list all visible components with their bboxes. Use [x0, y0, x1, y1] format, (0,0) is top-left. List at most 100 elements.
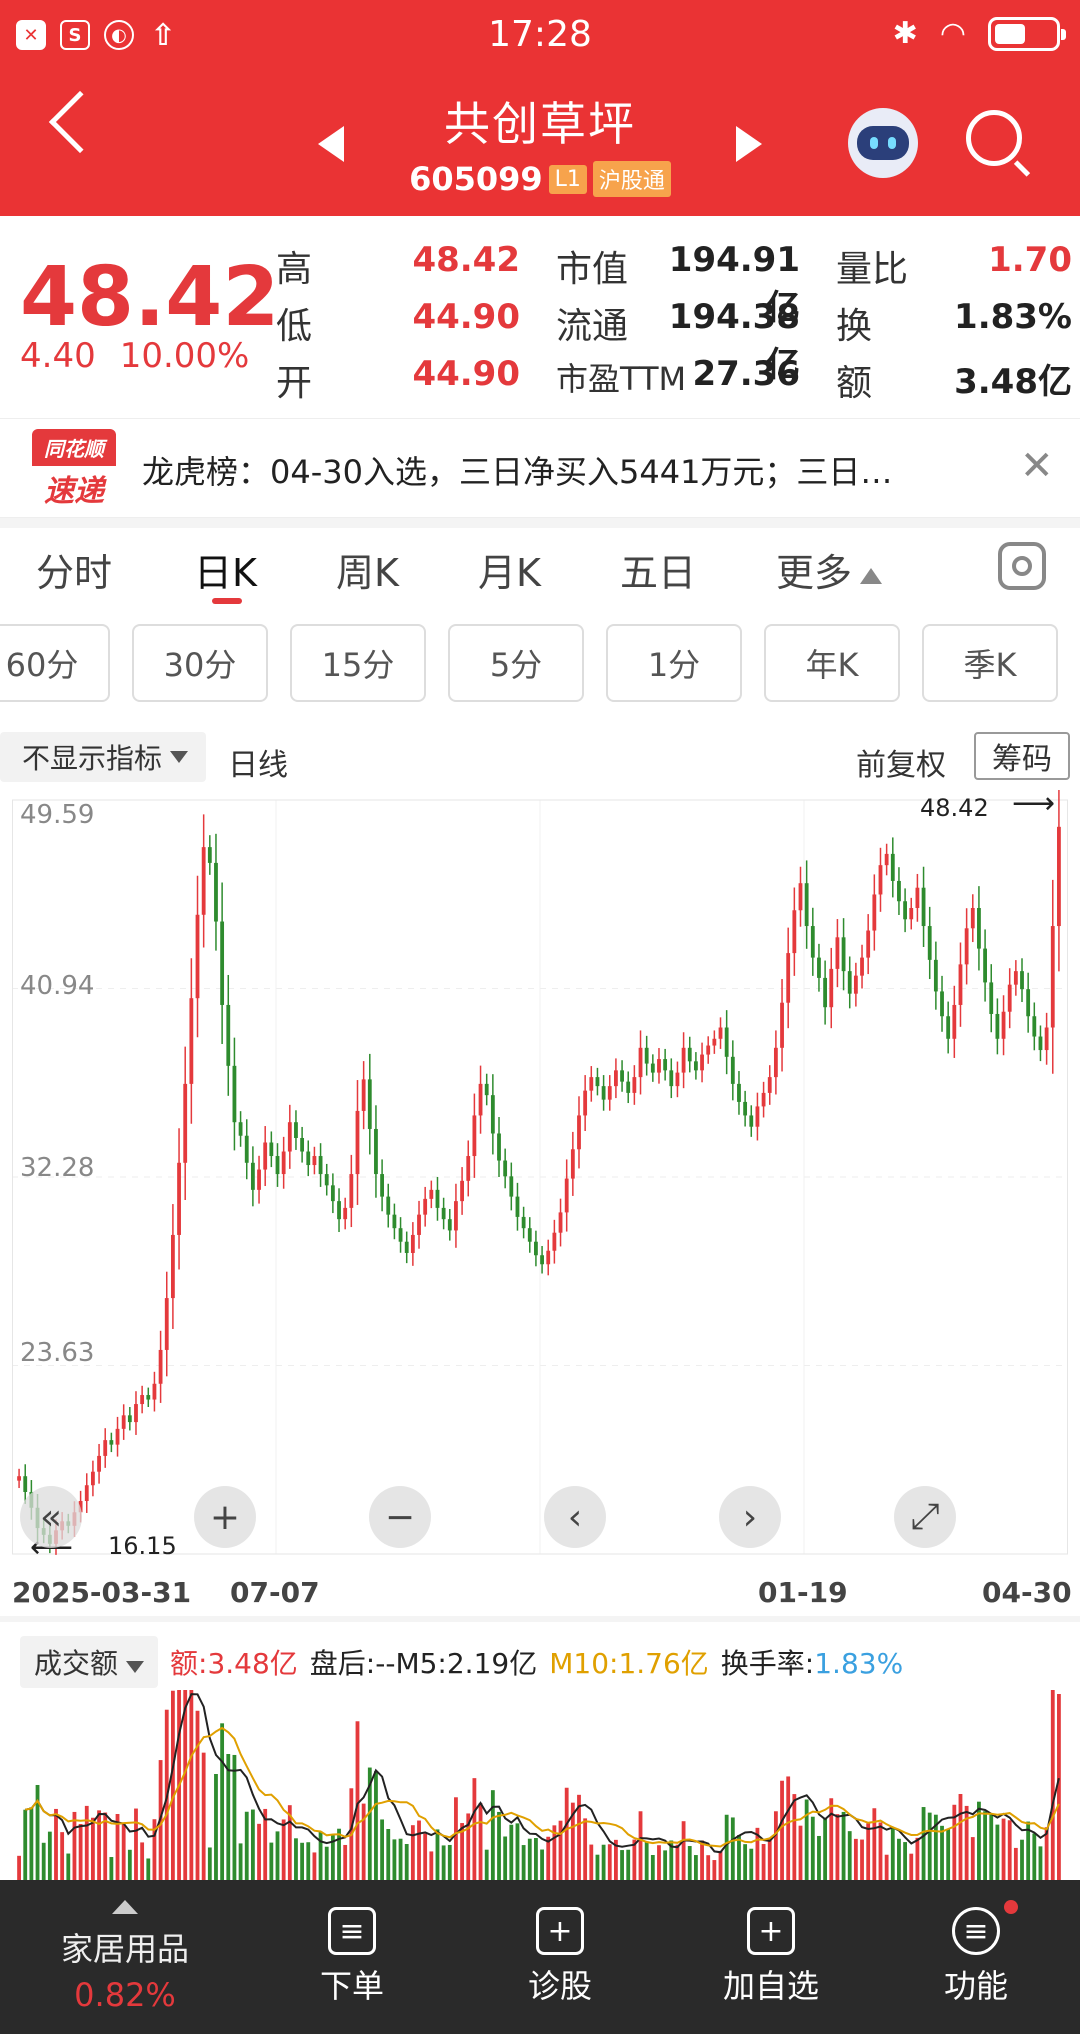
stat-label: 额: [836, 363, 873, 404]
candle-body: [164, 1298, 169, 1350]
volume-bar: [804, 1799, 809, 1880]
candle-body: [743, 1101, 748, 1116]
volume-bar: [91, 1817, 95, 1880]
volume-bar: [250, 1809, 255, 1880]
volume-bar: [515, 1823, 520, 1880]
news-banner[interactable]: 同花顺 速递 龙虎榜：04-30入选，三日净买入5441万元；三日… ✕: [0, 418, 1080, 518]
tab-weekly-k[interactable]: 周K: [336, 542, 399, 597]
candle-body: [220, 921, 225, 1005]
scroll-left-icon[interactable]: ‹: [544, 1486, 606, 1548]
candle-body: [669, 1070, 674, 1087]
candle-body: [134, 1404, 138, 1423]
volume-bar: [718, 1850, 723, 1880]
assistant-robot-icon[interactable]: [848, 108, 918, 178]
volume-dropdown[interactable]: 成交额: [20, 1636, 159, 1688]
candle-body: [989, 982, 994, 1014]
tab-monthly-k[interactable]: 月K: [478, 542, 541, 597]
tab-underline: [212, 598, 242, 604]
volume-bar: [847, 1831, 852, 1880]
volume-bar: [226, 1754, 231, 1880]
period-15min[interactable]: 15分: [290, 624, 426, 702]
candle-body: [872, 894, 877, 931]
turnover: 换手率:1.83%: [720, 1647, 904, 1680]
zoom-in-icon[interactable]: +: [194, 1486, 256, 1548]
collapse-left-icon[interactable]: «: [20, 1486, 82, 1548]
candle-body: [17, 1476, 21, 1481]
candle-body: [392, 1214, 397, 1229]
volume-bar: [497, 1811, 501, 1880]
candle-body: [330, 1185, 335, 1202]
tab-five-day[interactable]: 五日: [620, 542, 696, 597]
volume-bar: [693, 1855, 698, 1880]
period-yearly-k[interactable]: 年K: [764, 624, 900, 702]
stock-code-row: 605099 L1 沪股通: [0, 160, 1080, 198]
candle-body: [281, 1151, 286, 1175]
candle-body: [140, 1395, 145, 1405]
candle-body: [454, 1201, 458, 1231]
volume-bar: [404, 1844, 409, 1880]
volume-bar: [958, 1794, 963, 1880]
candle-body: [1026, 989, 1031, 1017]
volume-bar: [589, 1844, 594, 1880]
period-60min[interactable]: 60分: [0, 624, 110, 702]
search-icon[interactable]: [966, 110, 1022, 166]
volume-bar: [866, 1823, 871, 1880]
tab-daily-k[interactable]: 日K: [194, 542, 257, 597]
indicator-dropdown[interactable]: 不显示指标: [0, 732, 206, 782]
chips-button[interactable]: 筹码: [974, 732, 1070, 780]
volume-bar: [946, 1829, 951, 1880]
news-headline[interactable]: 龙虎榜：04-30入选，三日净买入5441万元；三日…: [142, 447, 982, 493]
add-watchlist-button[interactable]: + 加自选: [696, 1880, 846, 2034]
candle-body: [866, 930, 871, 958]
functions-button[interactable]: ≡ 功能: [906, 1880, 1046, 2034]
order-button[interactable]: ≡ 下单: [282, 1880, 422, 2034]
candle-body: [189, 998, 194, 1084]
volume-bar: [220, 1723, 225, 1880]
scroll-right-icon[interactable]: ›: [719, 1486, 781, 1548]
next-stock-icon[interactable]: [736, 126, 762, 162]
volume-bar: [472, 1778, 477, 1880]
period-30min[interactable]: 30分: [132, 624, 268, 702]
tab-intraday[interactable]: 分时: [36, 542, 112, 597]
candle-body: [687, 1047, 692, 1062]
candle-body: [349, 1174, 354, 1208]
volume-bar: [380, 1819, 385, 1880]
candle-body: [367, 1079, 372, 1129]
volume-bar: [386, 1829, 391, 1880]
sector-button[interactable]: 家居用品 0.82%: [30, 1880, 220, 2034]
min-price-label: 16.15: [108, 1532, 177, 1560]
volume-bar: [306, 1842, 311, 1880]
volume-bar: [170, 1690, 175, 1880]
period-quarterly-k[interactable]: 季K: [922, 624, 1058, 702]
candle-body: [183, 1083, 188, 1163]
candle-body: [417, 1214, 421, 1235]
diagnose-button[interactable]: + 诊股: [490, 1880, 630, 2034]
candlestick-chart[interactable]: [12, 790, 1068, 1560]
fullscreen-icon[interactable]: ⤢: [894, 1486, 956, 1548]
adjust-mode[interactable]: 前复权: [856, 740, 946, 784]
zoom-out-icon[interactable]: −: [369, 1486, 431, 1548]
volume-bar: [558, 1820, 563, 1880]
period-5min[interactable]: 5分: [448, 624, 584, 702]
candle-body: [238, 1122, 243, 1136]
volume-bar: [1001, 1818, 1006, 1880]
volume-bar: [324, 1846, 329, 1880]
volume-bar: [47, 1831, 52, 1880]
volume-bar: [484, 1849, 489, 1880]
candle-body: [558, 1212, 563, 1233]
candle-body: [257, 1169, 261, 1190]
stat-label: 换: [836, 306, 873, 347]
volume-bar: [681, 1821, 686, 1880]
volume-bar: [626, 1849, 631, 1880]
candle-body: [927, 926, 932, 960]
close-icon[interactable]: ✕: [1020, 443, 1054, 489]
tab-more[interactable]: 更多: [776, 542, 883, 597]
volume-bar: [447, 1844, 452, 1880]
volume-bar: [214, 1774, 218, 1880]
y-tick-label: 49.59: [20, 800, 95, 830]
settings-icon[interactable]: [998, 542, 1046, 590]
period-1min[interactable]: 1分: [606, 624, 742, 702]
volume-bar: [140, 1842, 145, 1880]
candle-body: [730, 1056, 735, 1084]
volume-bar: [78, 1824, 83, 1880]
